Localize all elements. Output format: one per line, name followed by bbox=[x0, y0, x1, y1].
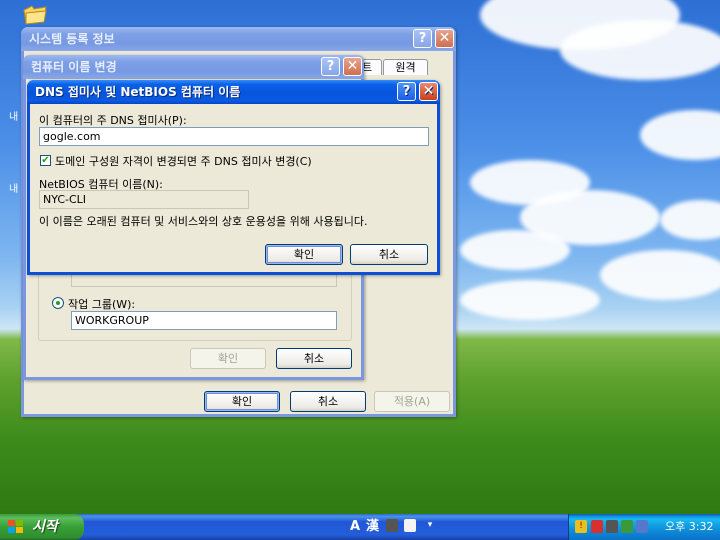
windows-flag-icon bbox=[8, 520, 24, 534]
cloud bbox=[460, 230, 570, 270]
tab-remote[interactable]: 원격 bbox=[383, 59, 428, 75]
cancel-button[interactable]: 취소 bbox=[276, 348, 352, 369]
display-icon[interactable] bbox=[636, 520, 648, 533]
ime-hanja-indicator[interactable]: 漢 bbox=[366, 518, 379, 536]
cancel-button[interactable]: 취소 bbox=[290, 391, 366, 412]
cloud bbox=[640, 110, 720, 160]
desktop-icon-label-fragment: 내 bbox=[9, 112, 19, 123]
window-title: DNS 접미사 및 NetBIOS 컴퓨터 이름 bbox=[35, 85, 241, 99]
netbios-info-text: 이 이름은 오래된 컴퓨터 및 서비스와의 상호 운용성을 위해 사용됩니다. bbox=[39, 215, 368, 228]
clock[interactable]: 오후 3:32 bbox=[665, 514, 713, 540]
network-icon[interactable] bbox=[606, 520, 618, 533]
help-button[interactable]: ? bbox=[397, 82, 416, 101]
window-title: 시스템 등록 정보 bbox=[29, 32, 115, 46]
ime-tool-icon[interactable] bbox=[386, 519, 398, 532]
dns-suffix-titlebar[interactable]: DNS 접미사 및 NetBIOS 컴퓨터 이름 ? ✕ bbox=[27, 80, 440, 104]
cloud bbox=[460, 280, 600, 320]
ok-button[interactable]: 확인 bbox=[265, 244, 343, 265]
ime-pad-icon[interactable] bbox=[404, 519, 416, 532]
security-shield-icon[interactable]: ! bbox=[575, 520, 587, 533]
computer-name-change-titlebar[interactable]: 컴퓨터 이름 변경 ? ✕ bbox=[23, 55, 364, 79]
cloud bbox=[560, 20, 720, 80]
help-button[interactable]: ? bbox=[321, 57, 340, 76]
workgroup-label: 작업 그룹(W): bbox=[68, 298, 136, 311]
antivirus-icon[interactable] bbox=[591, 520, 603, 533]
cloud bbox=[600, 250, 720, 300]
start-label: 시작 bbox=[32, 519, 58, 535]
folder-icon[interactable] bbox=[22, 4, 48, 26]
system-tray: ! 오후 3:32 bbox=[568, 514, 720, 540]
system-properties-titlebar[interactable]: 시스템 등록 정보 ? ✕ bbox=[21, 27, 456, 51]
ime-options-icon[interactable]: ▾ bbox=[424, 519, 436, 532]
ime-mode-indicator[interactable]: A bbox=[350, 518, 360, 536]
desktop-icon-label-fragment: 내 bbox=[9, 184, 19, 195]
close-button[interactable]: ✕ bbox=[343, 57, 362, 76]
help-button[interactable]: ? bbox=[413, 29, 432, 48]
ok-button[interactable]: 확인 bbox=[204, 391, 280, 412]
start-button[interactable]: 시작 bbox=[0, 514, 84, 540]
window-title: 컴퓨터 이름 변경 bbox=[31, 60, 117, 74]
apply-button[interactable]: 적용(A) bbox=[374, 391, 450, 412]
change-suffix-checkbox[interactable]: ✔ bbox=[40, 155, 51, 166]
cloud bbox=[660, 200, 720, 240]
primary-dns-suffix-input[interactable]: gogle.com bbox=[39, 127, 429, 146]
change-suffix-label[interactable]: 도메인 구성원 자격이 변경되면 주 DNS 접미사 변경(C) bbox=[55, 153, 312, 169]
close-button[interactable]: ✕ bbox=[419, 82, 438, 101]
workgroup-radio[interactable] bbox=[52, 297, 64, 309]
ok-button[interactable]: 확인 bbox=[190, 348, 266, 369]
update-icon[interactable] bbox=[621, 520, 633, 533]
netbios-name-field: NYC-CLI bbox=[39, 190, 249, 209]
close-button[interactable]: ✕ bbox=[435, 29, 454, 48]
dns-suffix-dialog: DNS 접미사 및 NetBIOS 컴퓨터 이름 ? ✕ 이 컴퓨터의 주 DN… bbox=[27, 80, 440, 275]
workgroup-input[interactable]: WORKGROUP bbox=[71, 311, 337, 330]
cancel-button[interactable]: 취소 bbox=[350, 244, 428, 265]
primary-dns-suffix-label: 이 컴퓨터의 주 DNS 접미사(P): bbox=[39, 114, 187, 127]
taskbar: 시작 A 漢 ▾ ! 오후 3:32 bbox=[0, 514, 720, 540]
